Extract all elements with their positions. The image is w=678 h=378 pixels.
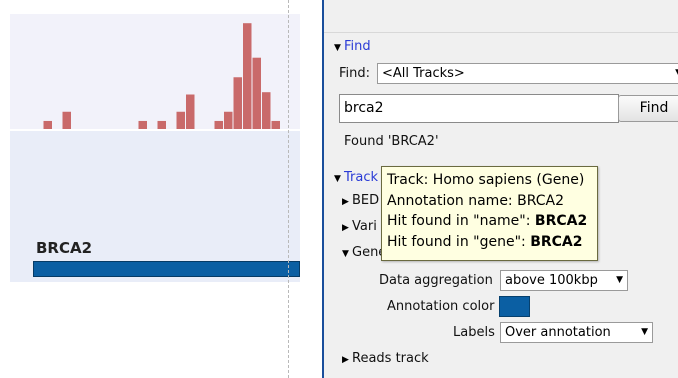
tooltip-gene-hit-prefix: Hit found in "gene": [387, 233, 531, 250]
data-aggregation-label: Data aggregation [379, 273, 493, 288]
annotation-color-label: Annotation color [387, 299, 495, 314]
track-view[interactable]: BRCA2 [0, 0, 320, 378]
collapse-triangle-icon: ▼ [334, 43, 341, 53]
find-scope-label: Find: [339, 66, 371, 81]
find-input[interactable]: brca2 [339, 94, 619, 123]
gene-track[interactable]: BRCA2 [10, 131, 300, 282]
track-item-label: Vari [352, 219, 377, 234]
gene-label: BRCA2 [36, 239, 93, 257]
track-item-bed[interactable]: ▶ BED [342, 193, 379, 208]
histogram-bar [243, 23, 252, 129]
tooltip-name-hit-line: Hit found in "name": BRCA2 [387, 211, 592, 232]
track-item-reads[interactable]: ▶ Reads track [342, 351, 429, 366]
tracks-section-label: Track [344, 170, 379, 185]
coverage-histogram [43, 23, 280, 129]
track-item-label: BED [352, 193, 380, 208]
chevron-down-icon: ▼ [641, 327, 648, 337]
histogram-bar [138, 120, 147, 129]
tooltip-track-line: Track: Homo sapiens (Gene) [387, 172, 585, 188]
tooltip-gene-hit-value: BRCA2 [530, 233, 583, 250]
collapse-triangle-icon: ▼ [342, 249, 349, 259]
expand-triangle-icon: ▶ [342, 197, 349, 207]
expand-triangle-icon: ▶ [342, 223, 349, 233]
track-tooltip: Track: Homo sapiens (Gene) Annotation na… [381, 166, 598, 261]
track-margin [0, 0, 10, 378]
find-scope-value: <All Tracks> [382, 66, 465, 81]
labels-dropdown[interactable]: Over annotation ▼ [500, 322, 653, 343]
collapse-triangle-icon: ▼ [334, 174, 341, 184]
panel-top-strip [324, 0, 678, 33]
annotation-color-swatch[interactable] [499, 296, 530, 317]
gene-annotation-bar[interactable] [33, 261, 300, 277]
tooltip-gene-hit-line: Hit found in "gene": BRCA2 [387, 232, 592, 253]
labels-value: Over annotation [505, 325, 611, 340]
tooltip-annotation-line: Annotation name: BRCA2 [387, 192, 564, 209]
histogram-bar [271, 120, 280, 129]
expand-triangle-icon: ▶ [342, 355, 349, 365]
cursor-line [288, 0, 289, 378]
data-aggregation-dropdown[interactable]: above 100kbp ▼ [500, 270, 628, 291]
histogram-bar [43, 120, 52, 129]
tooltip-name-hit-prefix: Hit found in "name": [387, 213, 535, 229]
histogram-bar [252, 57, 261, 129]
find-scope-dropdown[interactable]: <All Tracks> ▼ [377, 63, 678, 84]
histogram-bar [157, 120, 166, 129]
coverage-track[interactable] [10, 14, 300, 129]
histogram-bar [214, 120, 223, 129]
find-result-text: Found 'BRCA2' [344, 134, 439, 149]
histogram-bar [262, 92, 271, 129]
find-section-header[interactable]: ▼ Find [334, 39, 371, 54]
tracks-section-header[interactable]: ▼ Track [334, 170, 378, 185]
tooltip-name-hit-value: BRCA2 [534, 213, 588, 229]
find-section-label: Find [344, 39, 371, 54]
track-item-label: Reads track [352, 351, 429, 366]
histogram-bar [62, 111, 71, 129]
histogram-bar [233, 77, 242, 129]
labels-label: Labels [453, 325, 495, 340]
chevron-down-icon: ▼ [616, 275, 623, 285]
histogram-bar [224, 111, 233, 129]
data-aggregation-value: above 100kbp [505, 273, 598, 288]
histogram-bar [176, 111, 185, 129]
track-item-variants[interactable]: ▶ Vari [342, 219, 377, 234]
histogram-bar [186, 94, 195, 129]
find-button[interactable]: Find [618, 95, 678, 122]
